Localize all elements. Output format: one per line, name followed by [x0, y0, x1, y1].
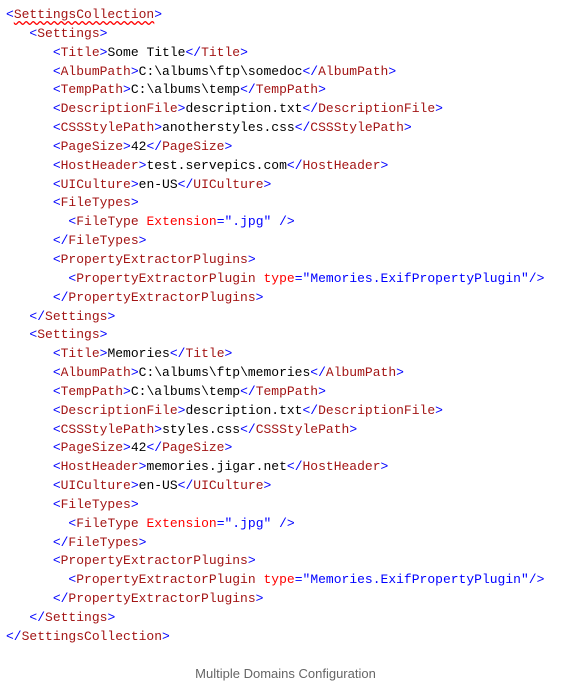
- tag: PageSize: [61, 440, 123, 455]
- text: 42: [131, 139, 147, 154]
- tag: AlbumPath: [326, 365, 396, 380]
- tag: HostHeader: [61, 158, 139, 173]
- tag: Title: [61, 45, 100, 60]
- tag: UICulture: [61, 478, 131, 493]
- tag: CSSStylePath: [61, 422, 155, 437]
- text: C:\albums\ftp\somedoc: [139, 64, 303, 79]
- tag: TempPath: [256, 384, 318, 399]
- text: en-US: [139, 478, 178, 493]
- text: description.txt: [185, 101, 302, 116]
- tag: UICulture: [193, 177, 263, 192]
- tag: DescriptionFile: [318, 101, 435, 116]
- tag: TempPath: [61, 384, 123, 399]
- tag: PropertyExtractorPlugins: [68, 290, 255, 305]
- tag: DescriptionFile: [61, 101, 178, 116]
- tag: DescriptionFile: [61, 403, 178, 418]
- tag: CSSStylePath: [256, 422, 350, 437]
- tag: PageSize: [162, 139, 224, 154]
- tag: Title: [201, 45, 240, 60]
- text: test.servepics.com: [146, 158, 286, 173]
- tag: FileType: [76, 214, 138, 229]
- text: 42: [131, 440, 147, 455]
- tag: FileTypes: [68, 233, 138, 248]
- attr: Extension: [146, 516, 216, 531]
- text: Memories: [107, 346, 169, 361]
- tag-open: Settings: [37, 26, 99, 41]
- tag: AlbumPath: [61, 64, 131, 79]
- tag: CSSStylePath: [61, 120, 155, 135]
- tag: HostHeader: [303, 158, 381, 173]
- text: styles.css: [162, 422, 240, 437]
- tag-open: SettingsCollection: [14, 7, 154, 22]
- tag: FileTypes: [68, 535, 138, 550]
- tag: UICulture: [61, 177, 131, 192]
- attr: type: [263, 271, 294, 286]
- attr-val: ".jpg": [225, 214, 272, 229]
- attr: Extension: [146, 214, 216, 229]
- tag: UICulture: [193, 478, 263, 493]
- tag: AlbumPath: [61, 365, 131, 380]
- tag: Title: [185, 346, 224, 361]
- text: C:\albums\temp: [131, 384, 240, 399]
- attr-val: ".jpg": [225, 516, 272, 531]
- tag: CSSStylePath: [310, 120, 404, 135]
- tag: AlbumPath: [318, 64, 388, 79]
- attr-val: "Memories.ExifPropertyPlugin": [303, 271, 529, 286]
- tag: TempPath: [61, 82, 123, 97]
- attr: type: [263, 572, 294, 587]
- tag: PropertyExtractorPlugins: [61, 252, 248, 267]
- figure-caption: Multiple Domains Configuration: [6, 665, 565, 684]
- attr-val: "Memories.ExifPropertyPlugin": [303, 572, 529, 587]
- tag: PropertyExtractorPlugins: [68, 591, 255, 606]
- tag: FileTypes: [61, 497, 131, 512]
- tag-close: SettingsCollection: [22, 629, 162, 644]
- tag: FileType: [76, 516, 138, 531]
- tag-open: Settings: [37, 327, 99, 342]
- tag: HostHeader: [303, 459, 381, 474]
- text: description.txt: [185, 403, 302, 418]
- tag: TempPath: [256, 82, 318, 97]
- tag-close: Settings: [45, 309, 107, 324]
- text: en-US: [139, 177, 178, 192]
- text: memories.jigar.net: [146, 459, 286, 474]
- text: C:\albums\temp: [131, 82, 240, 97]
- tag: PropertyExtractorPlugin: [76, 271, 255, 286]
- text: Some Title: [107, 45, 185, 60]
- xml-code-block: <SettingsCollection> <Settings> <Title>S…: [6, 6, 565, 647]
- tag: HostHeader: [61, 459, 139, 474]
- text: anotherstyles.css: [162, 120, 295, 135]
- tag: DescriptionFile: [318, 403, 435, 418]
- tag: PropertyExtractorPlugin: [76, 572, 255, 587]
- tag: Title: [61, 346, 100, 361]
- text: C:\albums\ftp\memories: [139, 365, 311, 380]
- tag: PageSize: [162, 440, 224, 455]
- tag-close: Settings: [45, 610, 107, 625]
- tag: FileTypes: [61, 195, 131, 210]
- tag: PageSize: [61, 139, 123, 154]
- tag: PropertyExtractorPlugins: [61, 553, 248, 568]
